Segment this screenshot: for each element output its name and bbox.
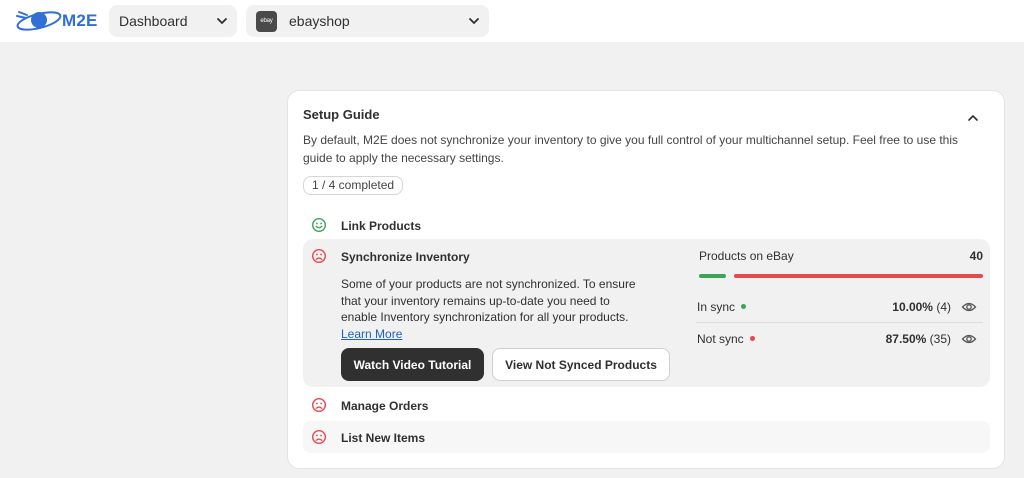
setup-guide-card: Setup Guide By default, M2E does not syn… (287, 90, 1005, 469)
brand-name: M2E (62, 11, 98, 30)
setup-guide-title: Setup Guide (303, 107, 380, 122)
in-sync-label: In sync (697, 300, 736, 314)
in-sync-segment (699, 274, 726, 278)
watch-video-tutorial-button[interactable]: Watch Video Tutorial (341, 348, 484, 381)
m2e-logo[interactable]: M2E (14, 6, 98, 34)
sync-description-text: Some of your products are not synchroniz… (341, 277, 636, 324)
planet-logo-icon (16, 11, 62, 31)
step-link-products[interactable]: Link Products (303, 213, 990, 237)
in-sync-row: In sync 10.00% (4) (696, 295, 983, 319)
sync-progress-bar (699, 274, 983, 278)
smiley-icon (311, 217, 327, 233)
stats-divider (696, 322, 983, 323)
view-not-synced-products-button[interactable]: View Not Synced Products (492, 348, 670, 381)
eye-icon[interactable] (961, 300, 977, 314)
step-label: Synchronize Inventory (341, 250, 470, 264)
in-sync-count: (4) (936, 300, 951, 314)
progress-badge: 1 / 4 completed (303, 176, 404, 195)
step-manage-orders[interactable]: Manage Orders (303, 393, 990, 417)
sync-description: Some of your products are not synchroniz… (341, 276, 641, 342)
step-label: List New Items (341, 431, 426, 445)
green-dot-icon (741, 304, 747, 310)
in-sync-percent: 10.00% (892, 300, 933, 314)
in-sync-value: 10.00% (4) (892, 300, 951, 314)
account-select[interactable]: ebay ebayshop (246, 5, 489, 37)
in-sync-label-wrap: In sync (697, 300, 747, 314)
dashboard-select-value: Dashboard (119, 13, 188, 29)
stats-title: Products on eBay (699, 249, 794, 263)
not-sync-label: Not sync (697, 332, 744, 346)
chevron-down-icon (469, 18, 479, 24)
step-label: Manage Orders (341, 399, 429, 413)
ebay-logo-icon: ebay (256, 10, 277, 32)
not-sync-row: Not sync 87.50% (35) (696, 327, 983, 351)
chevron-down-icon (217, 18, 227, 24)
account-select-value: ebayshop (289, 13, 350, 29)
not-sync-percent: 87.50% (885, 332, 927, 346)
red-dot-icon (749, 336, 755, 342)
sad-face-icon (311, 248, 327, 264)
sad-face-icon (311, 429, 327, 445)
eye-icon[interactable] (961, 332, 977, 346)
step-list-new-items[interactable]: List New Items (303, 421, 990, 453)
step-label: Link Products (341, 219, 422, 233)
dashboard-select[interactable]: Dashboard (109, 5, 237, 37)
not-sync-label-wrap: Not sync (697, 332, 755, 346)
top-bar: M2E Dashboard ebay ebayshop (0, 0, 1024, 42)
step-synchronize-inventory: Synchronize Inventory Some of your produ… (303, 239, 990, 387)
learn-more-link[interactable]: Learn More (341, 327, 402, 341)
not-sync-value: 87.50% (35) (886, 332, 951, 346)
stats-total: 40 (969, 249, 983, 263)
setup-guide-description: By default, M2E does not synchronize you… (303, 133, 959, 165)
products-on-ebay-stats: Products on eBay 40 In sync 10.00% (4) N… (696, 239, 983, 387)
chevron-up-icon[interactable] (966, 111, 980, 125)
sad-face-icon (311, 397, 327, 413)
not-sync-count: (35) (929, 332, 951, 346)
not-sync-segment (734, 274, 983, 278)
